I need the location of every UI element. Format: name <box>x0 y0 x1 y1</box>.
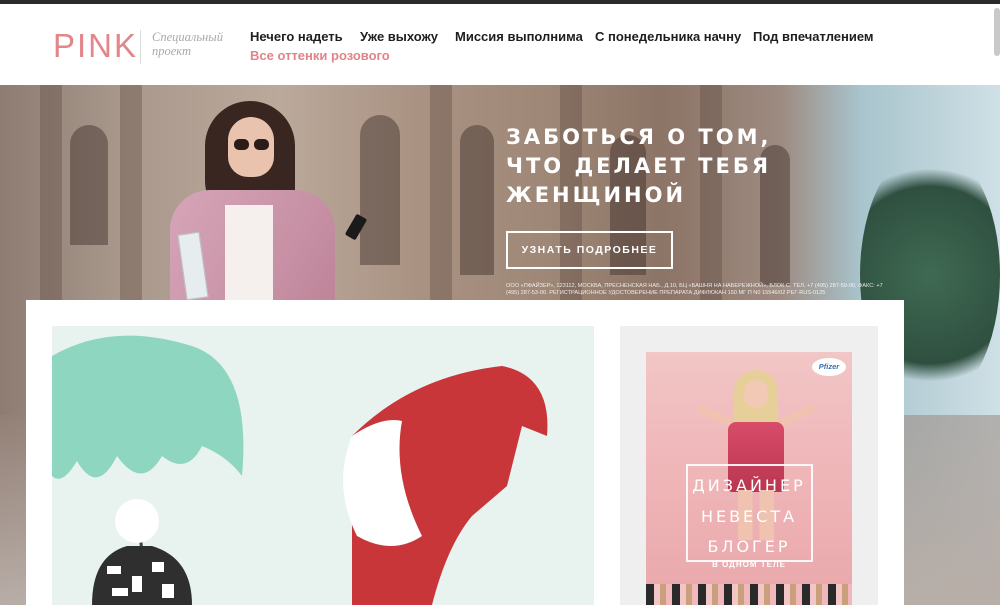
content-panel: Pfizer ДИЗАЙНЕР НЕВЕСТА БЛОГЕР В ОДНОМ Т… <box>26 300 904 605</box>
ad-poster[interactable]: Pfizer ДИЗАЙНЕР НЕВЕСТА БЛОГЕР В ОДНОМ Т… <box>646 352 852 605</box>
logo-divider <box>140 30 141 64</box>
nav-item-nechego-nadet[interactable]: Нечего надеть <box>250 29 343 44</box>
nav-item-missiya-vypolnima[interactable]: Миссия выполнима <box>455 29 583 44</box>
sunglasses <box>234 139 270 151</box>
ad-line-blogger: БЛОГЕР <box>707 537 791 556</box>
building-window <box>70 125 108 245</box>
legal-fine-print: ООО «ПФАЙЗЕР», 123112, МОСКВА, ПРЕСНЕНСК… <box>506 283 883 296</box>
feature-article-image[interactable] <box>52 326 594 605</box>
nav-item-vse-ottenki[interactable]: Все оттенки розового <box>250 48 390 63</box>
pfizer-logo: Pfizer <box>812 358 846 376</box>
nav-item-s-ponedelnika[interactable]: С понедельника начну <box>595 29 741 44</box>
ad-line-subtitle: В ОДНОМ ТЕЛЕ <box>712 560 786 569</box>
sidebar-advertisement: Pfizer ДИЗАЙНЕР НЕВЕСТА БЛОГЕР В ОДНОМ Т… <box>620 326 878 605</box>
project-tagline: Специальный проект <box>152 30 223 58</box>
nav-item-uzhe-vykhozhu[interactable]: Уже выхожу <box>360 29 438 44</box>
shoes-row <box>646 584 852 605</box>
building-window <box>460 125 494 275</box>
ad-line-designer: ДИЗАЙНЕР <box>692 476 806 495</box>
phone <box>344 213 368 241</box>
ad-line-bride: НЕВЕСТА <box>700 507 798 526</box>
nav-item-pod-vpechatleniem[interactable]: Под впечатлением <box>753 29 874 44</box>
learn-more-button[interactable]: УЗНАТЬ ПОДРОБНЕЕ <box>506 231 673 269</box>
hero-title: ЗАБОТЬСЯ О ТОМ, ЧТО ДЕЛАЕТ ТЕБЯ ЖЕНЩИНОЙ <box>506 125 772 207</box>
feature-illustration <box>52 335 548 605</box>
site-header: PINK Специальный проект Нечего надеть Уж… <box>0 4 1000 85</box>
logo[interactable]: PINK <box>53 27 138 65</box>
scrollbar-thumb[interactable] <box>994 8 1000 56</box>
